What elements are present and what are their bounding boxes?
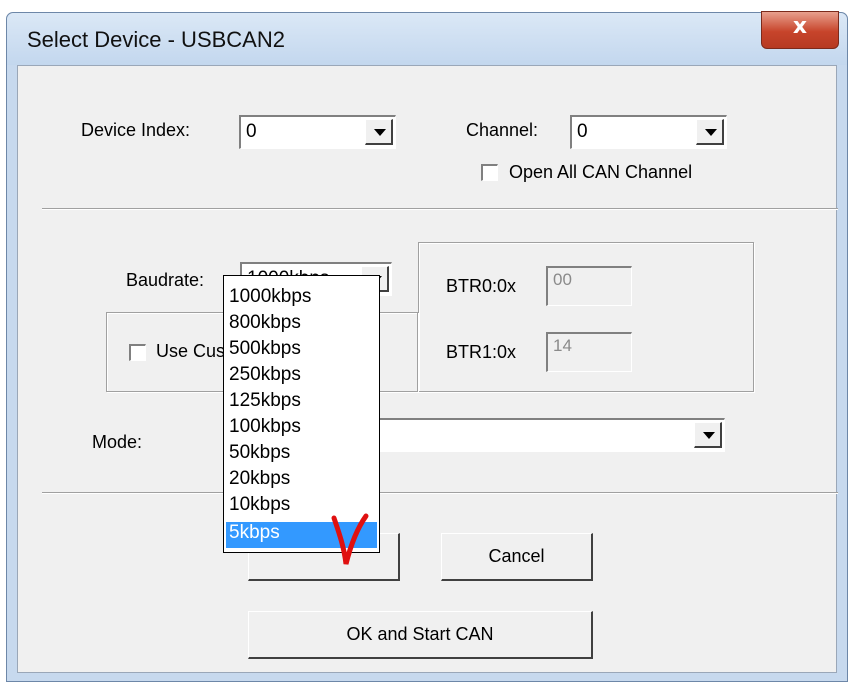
btr1-value: 14 [553, 336, 572, 355]
use-custom-label: Use Cus [156, 341, 226, 361]
btr0-input[interactable]: 00 [546, 266, 632, 306]
btr0-label: BTR0:0x [446, 276, 517, 296]
btr1-label: BTR1:0x [446, 342, 517, 362]
ok-start-button-label: OK and Start CAN [346, 624, 494, 644]
red-check-annotation [331, 513, 369, 565]
btr0-value: 00 [553, 270, 572, 289]
channel-select[interactable]: 0 [570, 115, 727, 149]
mode-label: Mode: [92, 432, 143, 452]
dropdown-item[interactable]: 500kbps [226, 338, 377, 364]
dropdown-item[interactable]: 800kbps [226, 312, 377, 338]
dropdown-item[interactable]: 250kbps [226, 364, 377, 390]
open-all-label: Open All CAN Channel [509, 162, 693, 182]
dialog-client-area: Device Index: 0 Channel: 0 Open All CAN … [17, 65, 838, 673]
cancel-button-label: Cancel [488, 546, 545, 566]
separator-top [42, 208, 838, 210]
btr1-input[interactable]: 14 [546, 332, 632, 372]
dropdown-item[interactable]: 50kbps [226, 442, 377, 468]
separator-bottom [42, 492, 838, 494]
close-button[interactable]: x [761, 11, 839, 49]
window-title: Select Device - USBCAN2 [27, 27, 285, 52]
baudrate-label: Baudrate: [126, 270, 205, 290]
device-index-select[interactable]: 0 [239, 115, 396, 149]
device-index-label: Device Index: [81, 120, 191, 140]
channel-label: Channel: [466, 120, 539, 140]
dialog-window: Select Device - USBCAN2 x Device Index: … [6, 11, 848, 682]
use-custom-checkbox[interactable] [129, 344, 146, 361]
cancel-button[interactable]: Cancel [441, 533, 593, 581]
channel-value: 0 [577, 121, 588, 142]
open-all-checkbox[interactable] [481, 164, 498, 181]
ok-start-button[interactable]: OK and Start CAN [248, 611, 593, 659]
dropdown-item[interactable]: 125kbps [226, 390, 377, 416]
dropdown-arrow-icon[interactable] [365, 119, 393, 145]
device-index-value: 0 [246, 121, 257, 142]
close-icon: x [792, 14, 808, 39]
dropdown-item[interactable]: 100kbps [226, 416, 377, 442]
dropdown-item[interactable]: 1000kbps [226, 286, 377, 312]
title-bar[interactable]: Select Device - USBCAN2 x [7, 11, 847, 65]
dropdown-arrow-icon[interactable] [696, 119, 724, 145]
dropdown-item[interactable]: 20kbps [226, 468, 377, 494]
dropdown-arrow-icon[interactable] [694, 422, 722, 448]
